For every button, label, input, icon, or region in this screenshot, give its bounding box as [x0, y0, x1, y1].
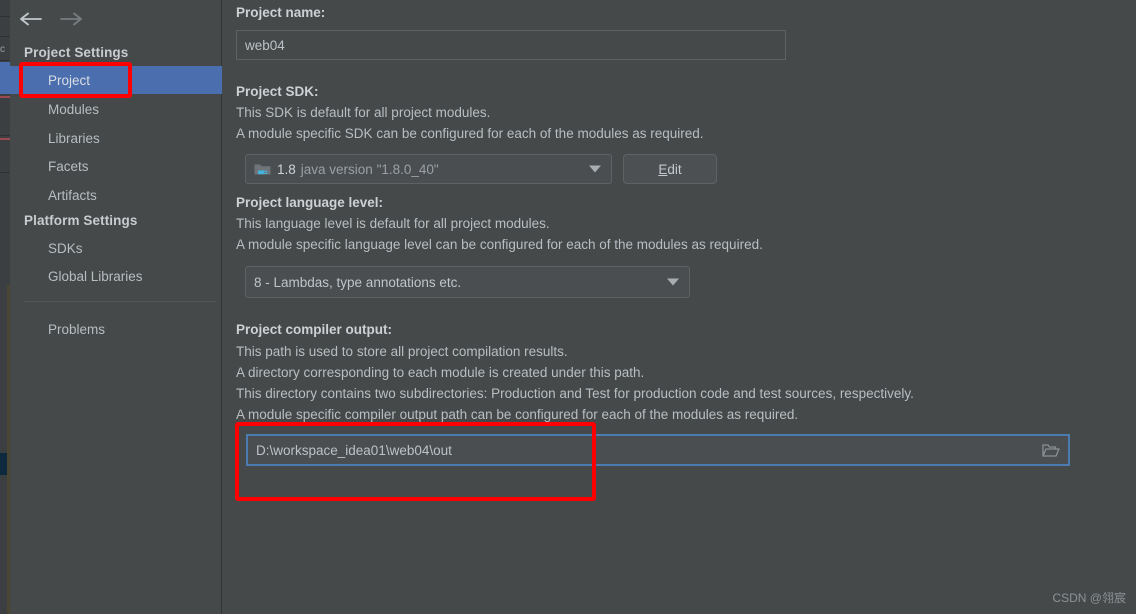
sidebar-item-problems[interactable]: Problems — [10, 315, 222, 343]
sidebar-divider — [24, 301, 216, 302]
settings-dialog: c Project Settings Project Modules Libra… — [0, 0, 1136, 614]
project-sdk-dropdown[interactable]: 1.8 java version "1.8.0_40" — [245, 154, 612, 184]
settings-sidebar: Project Settings Project Modules Librari… — [10, 0, 222, 614]
project-compiler-output-desc-line-1: This path is used to store all project c… — [236, 344, 568, 359]
project-language-level-desc-line-2: A module specific language level can be … — [236, 237, 763, 252]
sidebar-item-facets[interactable]: Facets — [10, 152, 222, 180]
ide-background-strip: c — [0, 0, 10, 614]
project-sdk-desc-line-1: This SDK is default for all project modu… — [236, 105, 491, 120]
sidebar-item-label: Modules — [48, 101, 100, 117]
back-arrow-icon[interactable] — [16, 6, 46, 32]
sidebar-item-label: Libraries — [48, 130, 100, 146]
edit-button-mnemonic: E — [658, 161, 668, 177]
project-sdk-label: Project SDK: — [236, 84, 319, 99]
project-compiler-output-label: Project compiler output: — [236, 322, 393, 337]
sidebar-item-label: Problems — [48, 321, 106, 337]
sidebar-item-label: Facets — [48, 158, 89, 174]
edit-button-label: dit — [667, 161, 682, 177]
project-language-level-label: Project language level: — [236, 195, 384, 210]
edit-sdk-button[interactable]: Edit — [623, 154, 717, 184]
project-compiler-output-desc-line-4: A module specific compiler output path c… — [236, 407, 799, 422]
sidebar-item-label: SDKs — [48, 240, 83, 256]
project-language-level-desc-line-1: This language level is default for all p… — [236, 216, 550, 231]
project-compiler-output-value: D:\workspace_idea01\web04\out — [256, 442, 452, 458]
folder-icon[interactable] — [1040, 440, 1062, 460]
project-language-level-dropdown[interactable]: 8 - Lambdas, type annotations etc. — [245, 266, 690, 298]
project-name-value: web04 — [245, 37, 285, 53]
project-sdk-detail: java version "1.8.0_40" — [300, 161, 439, 177]
project-sdk-version: 1.8 — [277, 161, 296, 177]
sidebar-item-libraries[interactable]: Libraries — [10, 124, 222, 152]
project-compiler-output-input[interactable]: D:\workspace_idea01\web04\out — [246, 434, 1070, 466]
sidebar-item-sdks[interactable]: SDKs — [10, 234, 222, 262]
settings-content-panel: Project name: web04 Project SDK: This SD… — [223, 0, 1136, 614]
project-name-label: Project name: — [236, 5, 326, 20]
sidebar-item-project[interactable]: Project — [10, 66, 222, 94]
sidebar-item-modules[interactable]: Modules — [10, 95, 222, 123]
csdn-watermark: CSDN @翎宸 — [1052, 591, 1126, 605]
java-sdk-icon — [254, 162, 271, 177]
project-compiler-output-desc-line-2: A directory corresponding to each module… — [236, 365, 645, 380]
sidebar-item-label: Artifacts — [48, 187, 97, 203]
sidebar-item-global-libraries[interactable]: Global Libraries — [10, 262, 222, 290]
project-compiler-output-desc-line-3: This directory contains two subdirectori… — [236, 386, 914, 401]
edge-accent-marker — [0, 453, 7, 475]
project-language-level-value: 8 - Lambdas, type annotations etc. — [254, 274, 462, 290]
navigation-arrows — [14, 6, 94, 32]
sidebar-item-label: Project — [48, 72, 91, 88]
forward-arrow-icon[interactable] — [56, 6, 86, 32]
edge-partial-letter: c — [0, 44, 5, 55]
sidebar-item-label: Global Libraries — [48, 268, 143, 284]
sidebar-group-project-settings: Project Settings — [24, 45, 129, 60]
project-sdk-desc-line-2: A module specific SDK can be configured … — [236, 126, 704, 141]
chevron-down-icon — [589, 165, 601, 173]
sidebar-item-artifacts[interactable]: Artifacts — [10, 181, 222, 209]
project-name-input[interactable]: web04 — [236, 30, 786, 60]
sidebar-group-platform-settings: Platform Settings — [24, 213, 138, 228]
chevron-down-icon — [667, 278, 679, 286]
